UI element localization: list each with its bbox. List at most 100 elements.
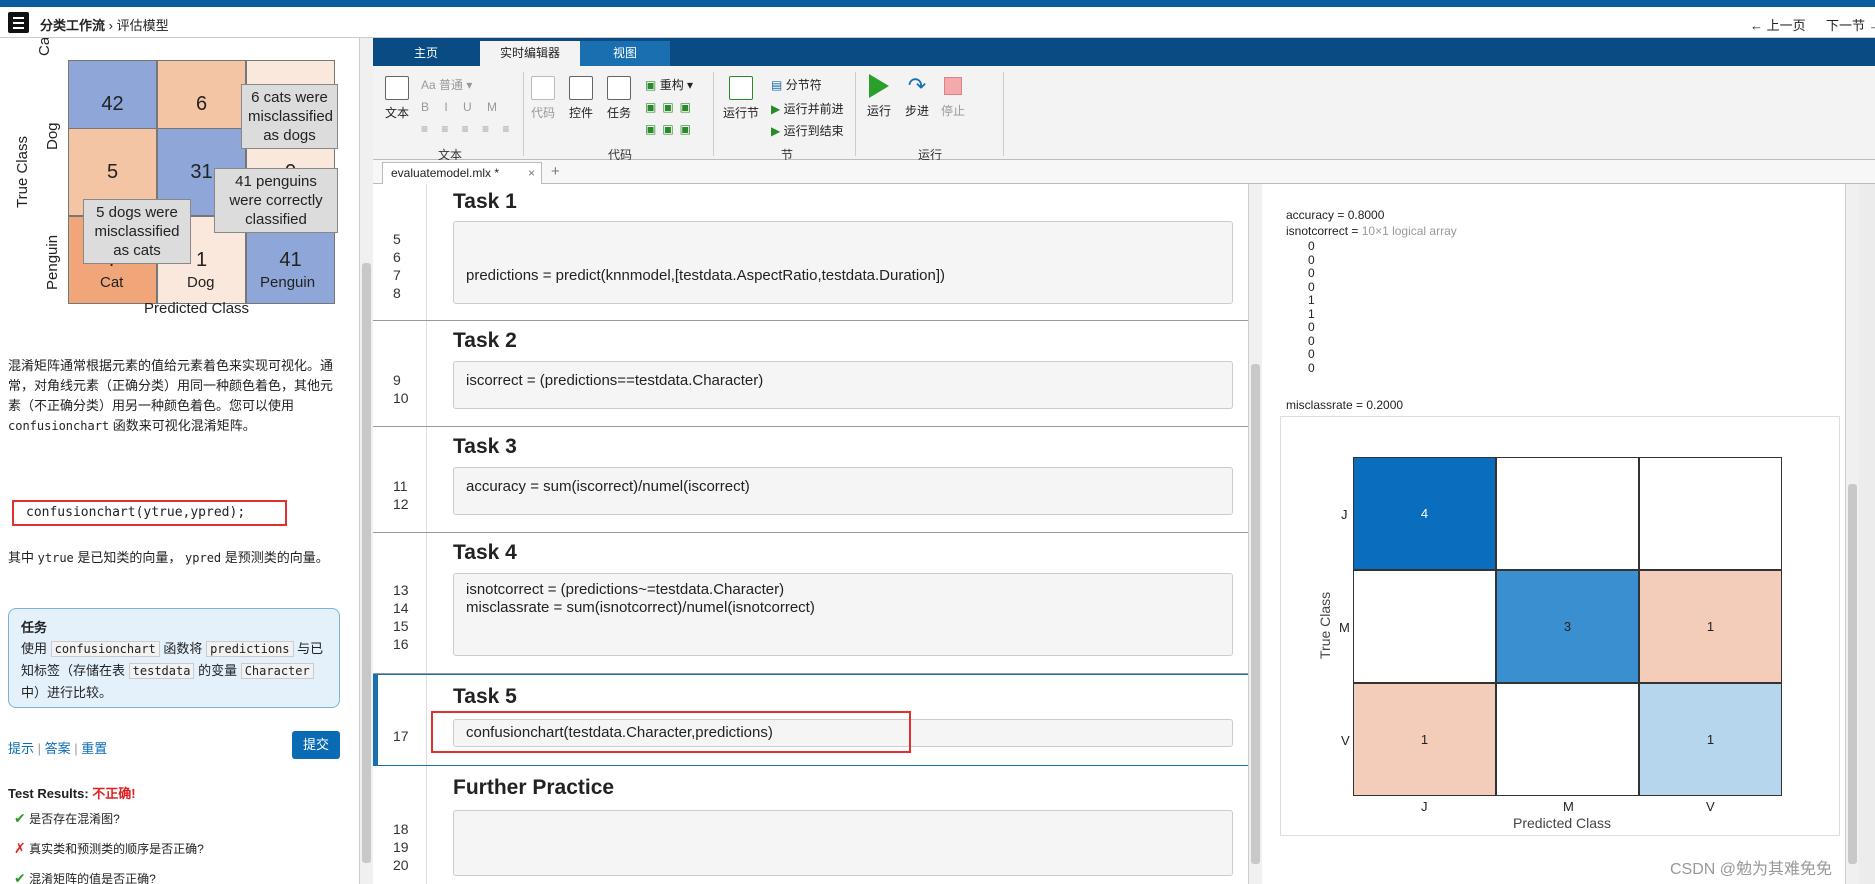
output-side-toolbar[interactable]	[1859, 184, 1875, 884]
label: 控件	[568, 106, 593, 120]
paragraph-buttons[interactable]: ≡ ≡ ≡ ≡ ≡	[421, 122, 514, 136]
scroll-thumb[interactable]	[1251, 364, 1260, 864]
style-dropdown[interactable]: Aa 普通 ▾	[421, 76, 472, 93]
section-task4[interactable]: Task 4 13 14 15 16 isnotcorrect = (predi…	[373, 533, 1248, 674]
line-number: 15	[393, 618, 409, 634]
reset-link[interactable]: 重置	[81, 741, 107, 756]
value: 0	[1308, 320, 1315, 334]
next-section-link[interactable]: 下一节 →	[1826, 15, 1875, 34]
line-number: 10	[393, 390, 409, 406]
tab-home[interactable]: 主页	[391, 41, 461, 66]
editor-scrollbar[interactable]	[1248, 184, 1262, 884]
line-number: 5	[393, 231, 401, 247]
refactor-button[interactable]: ▣ 重构 ▾	[645, 76, 693, 93]
run-advance-button[interactable]: ▶ 运行并前进	[771, 100, 844, 117]
para-text: 混淆矩阵通常根据元素的值给元素着色来实现可视化。通常，对角线元素（正确分类）用同…	[8, 358, 334, 413]
output-type[interactable]: 10×1 logical array	[1362, 224, 1457, 238]
control-button[interactable]: 控件	[563, 76, 599, 121]
value: 0	[1308, 279, 1315, 294]
help-links: 提示 | 答案 | 重置	[8, 741, 108, 756]
close-icon[interactable]: ×	[528, 166, 535, 180]
cm-cell	[1353, 570, 1496, 683]
add-tab-icon[interactable]: +	[551, 163, 560, 180]
code-block[interactable]: iscorrect = (predictions==testdata.Chara…	[453, 361, 1233, 409]
breadcrumb-root[interactable]: 分类工作流	[40, 18, 105, 33]
para-text: 其中	[8, 550, 35, 565]
tab-live-editor[interactable]: 实时编辑器	[480, 41, 580, 66]
divider	[523, 72, 524, 156]
answer-link[interactable]: 答案	[45, 741, 71, 756]
menu-icon[interactable]	[8, 12, 29, 33]
inline-code: testdata	[128, 663, 195, 679]
task-box: 任务 使用 confusionchart 函数将 predictions 与已知…	[8, 608, 340, 708]
section-title: Task 2	[453, 329, 517, 352]
code-block[interactable]: predictions = predict(knnmodel,[testdata…	[453, 221, 1233, 304]
run-button[interactable]: 运行	[861, 74, 897, 119]
tab-view[interactable]: 视图	[580, 41, 670, 66]
cm-cell: 1	[1353, 683, 1496, 796]
submit-button[interactable]: 提交	[292, 731, 340, 759]
y-tick: M	[1339, 620, 1350, 635]
line-number: 13	[393, 582, 409, 598]
watermark: CSDN @勉为其难免免	[1670, 861, 1833, 878]
section-title: Task 3	[453, 435, 517, 458]
confusion-chart-figure[interactable]: 4 3 1 1 1 J M V True Class J M V Predict…	[1280, 416, 1840, 836]
insert-text-button[interactable]: 文本	[379, 76, 415, 121]
label: 分节符	[785, 78, 822, 92]
code-block[interactable]: accuracy = sum(iscorrect)/numel(iscorrec…	[453, 467, 1233, 515]
label: 步进	[904, 104, 929, 118]
section-further-practice[interactable]: Further Practice 18 19 20	[373, 766, 1248, 884]
stop-button[interactable]: 停止	[935, 74, 971, 119]
ribbon: 文本 Aa 普通 ▾ B I U M ≡ ≡ ≡ ≡ ≡ 文本 代码 控件 任务…	[373, 66, 1875, 162]
test-item: ✗ 真实类和预测类的顺序是否正确?	[14, 840, 204, 857]
x-tick-cat: Cat	[100, 274, 124, 291]
code-example: confusionchart(ytrue,ypred);	[12, 500, 287, 526]
label: 文本	[384, 106, 409, 120]
scroll-thumb[interactable]	[1848, 484, 1857, 864]
section-task5[interactable]: Task 5 17 confusionchart(testdata.Charac…	[373, 674, 1248, 766]
inline-code: ypred	[185, 551, 222, 565]
step-button[interactable]: ↷ 步进	[899, 74, 935, 119]
line-number: 12	[393, 496, 409, 512]
y-tick: V	[1341, 733, 1350, 748]
value: 0	[1308, 239, 1315, 253]
section-task2[interactable]: Task 2 9 10 iscorrect = (predictions==te…	[373, 321, 1248, 427]
insert-code-button[interactable]: 代码	[525, 76, 561, 121]
y-tick: J	[1341, 507, 1348, 522]
section-task3[interactable]: Task 3 11 12 accuracy = sum(iscorrect)/n…	[373, 427, 1248, 533]
run-advance-icon: ▶	[771, 102, 781, 116]
label: 运行节	[722, 106, 759, 120]
format-buttons[interactable]: B I U M	[421, 100, 503, 114]
scroll-thumb[interactable]	[362, 263, 371, 863]
label: 运行并前进	[783, 102, 844, 116]
breadcrumb: 分类工作流 › 评估模型	[40, 15, 169, 34]
run-section-button[interactable]: 运行节	[719, 76, 763, 121]
cm-cell: 3	[1496, 570, 1639, 683]
task-text-part: 中）进行比较。	[21, 685, 113, 700]
task-button[interactable]: 任务	[601, 76, 637, 121]
line-number: 19	[393, 839, 409, 855]
file-tab[interactable]: evaluatemodel.mlx * ×	[382, 162, 542, 184]
hint-link[interactable]: 提示	[8, 741, 34, 756]
test-text: 是否存在混淆图?	[29, 812, 120, 826]
left-scrollbar[interactable]	[359, 38, 373, 884]
line-number: 6	[393, 249, 401, 265]
instruction-paragraph: 混淆矩阵通常根据元素的值给元素着色来实现可视化。通常，对角线元素（正确分类）用同…	[8, 356, 343, 436]
code-tools-icons-2[interactable]: ▣▣▣	[645, 122, 697, 136]
code-block[interactable]: isnotcorrect = (predictions~=testdata.Ch…	[453, 573, 1233, 656]
section-task1[interactable]: Task 1 5 6 7 8 predictions = predict(knn…	[373, 184, 1248, 321]
code-block[interactable]	[453, 810, 1233, 876]
run-to-end-button[interactable]: ▶ 运行到结束	[771, 122, 844, 139]
divider	[855, 72, 856, 156]
y-tick-cat: Ca	[36, 38, 53, 56]
output-scrollbar[interactable]	[1845, 184, 1859, 884]
line-number: 18	[393, 821, 409, 837]
code-tools-icons[interactable]: ▣▣▣	[645, 100, 697, 114]
output-panel: accuracy = 0.8000 isnotcorrect = 10×1 lo…	[1262, 184, 1845, 884]
divider	[1003, 72, 1004, 156]
test-text: 混淆矩阵的值是否正确?	[29, 872, 156, 884]
navbar: 分类工作流 › 评估模型 ← 上一页 下一节 →	[0, 7, 1875, 38]
prev-page-link[interactable]: ← 上一页	[1750, 15, 1806, 34]
section-break-button[interactable]: ▤ 分节符	[771, 76, 822, 93]
